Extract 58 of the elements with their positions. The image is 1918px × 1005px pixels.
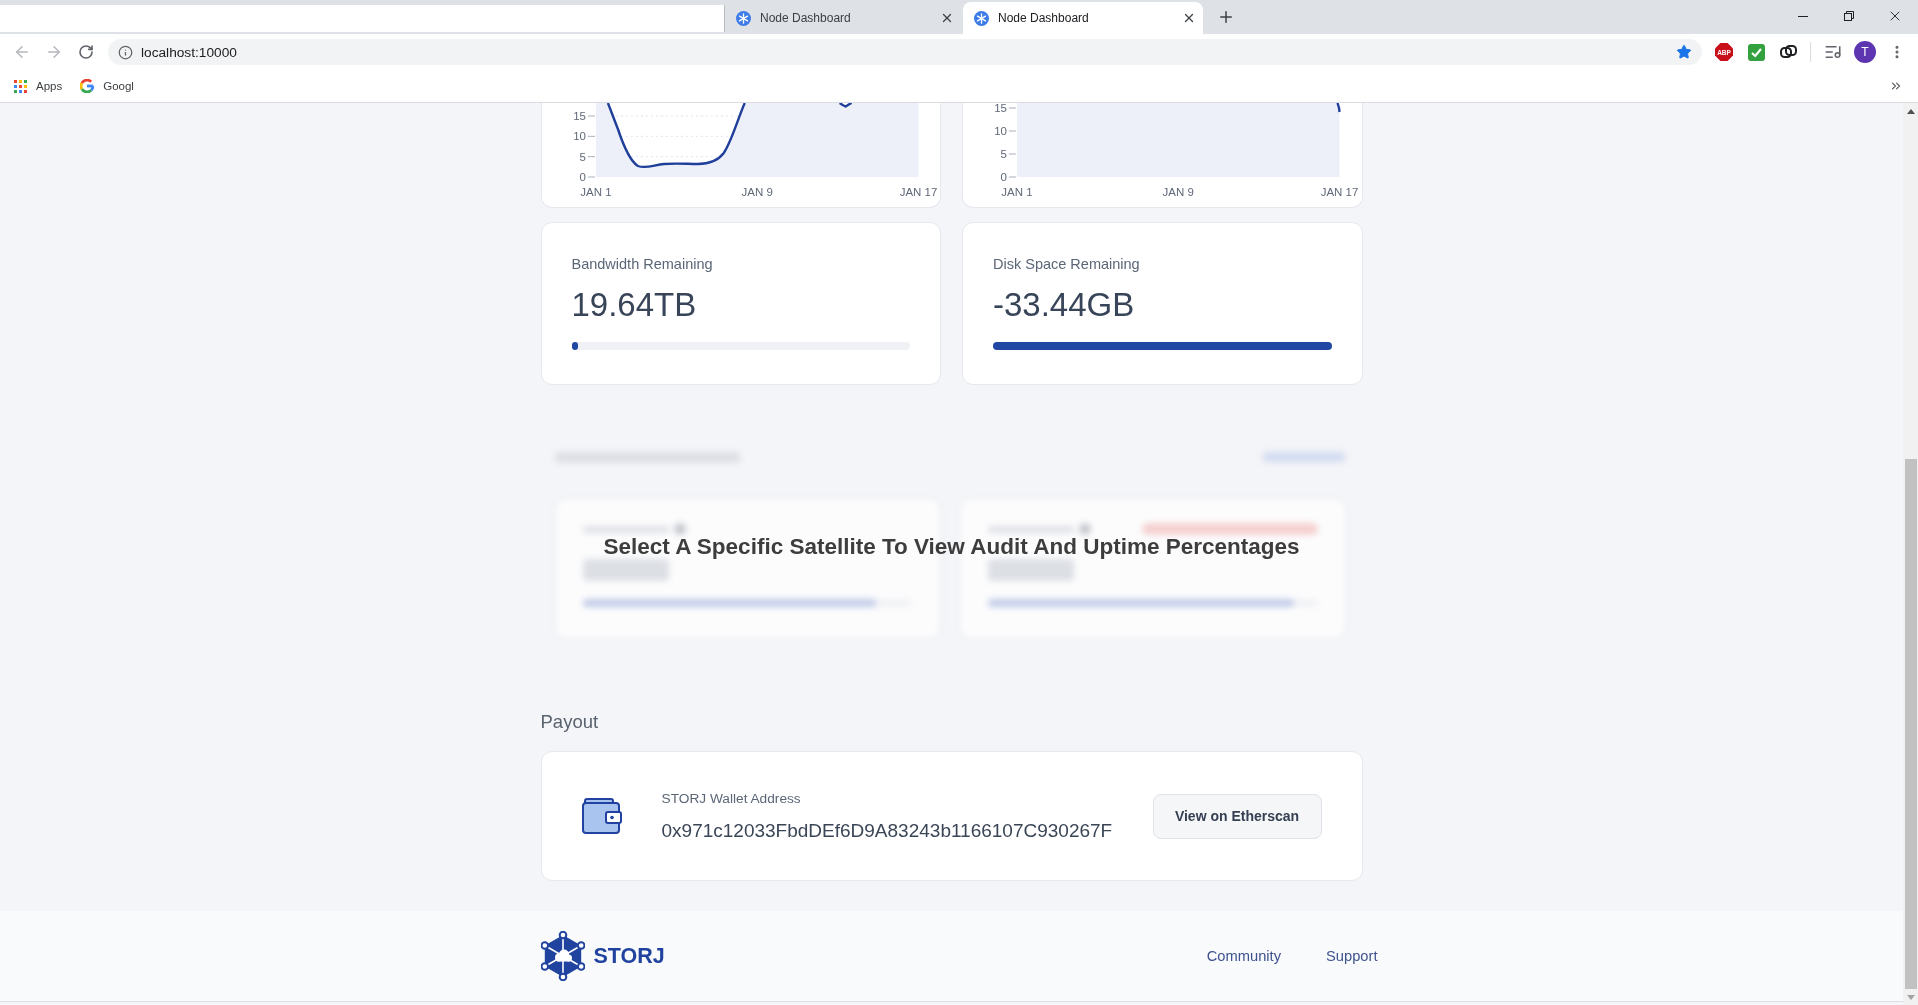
- y-axis: [1008, 107, 1017, 178]
- blurred-dot: [1079, 523, 1091, 535]
- info-icon[interactable]: [118, 44, 133, 60]
- link-icon[interactable]: [1779, 45, 1797, 59]
- stat-label: Bandwidth Remaining: [571, 255, 713, 273]
- y-axis: [586, 115, 595, 178]
- logo-text[interactable]: STORJ: [593, 943, 665, 969]
- checkmark-icon[interactable]: [1747, 43, 1765, 61]
- restore-icon[interactable]: [1844, 11, 1854, 21]
- reload-icon[interactable]: [78, 44, 94, 60]
- axis-label: 0: [1000, 171, 1007, 184]
- g-logo-icon: [80, 79, 95, 93]
- apps-grid-icon: [14, 79, 27, 93]
- bookmark-item[interactable]: Apps: [8, 73, 69, 99]
- section-title: Payout: [540, 711, 599, 733]
- wallet-icon: [581, 798, 622, 834]
- axis-label: 5: [579, 150, 586, 163]
- axis-label: 0: [579, 171, 586, 184]
- blurred-dot: [673, 523, 686, 535]
- axis-label: 15: [572, 110, 586, 123]
- minimize-icon[interactable]: [1798, 15, 1808, 17]
- star-icon[interactable]: [1676, 44, 1692, 60]
- address-bar[interactable]: localhost:10000: [108, 39, 1702, 65]
- close-icon[interactable]: [1182, 11, 1196, 25]
- stat-value: 19.64TB: [571, 285, 697, 325]
- stat-label: Disk Space Remaining: [993, 255, 1140, 273]
- axis-label: JAN 17: [1320, 186, 1359, 199]
- axis-label: JAN 17: [899, 186, 937, 199]
- triangle-up-icon[interactable]: [1906, 109, 1915, 114]
- wallet-address: 0x971c12033FbdDEf6D9A83243b1166107C930267F: [661, 818, 1113, 843]
- axis-label: 15: [994, 103, 1007, 115]
- profile-avatar[interactable]: T: [1854, 41, 1876, 63]
- snowflake-icon: [974, 10, 989, 26]
- footer-link[interactable]: Community: [1206, 948, 1282, 964]
- axis-label: JAN 9: [741, 186, 773, 199]
- double-chevron-icon[interactable]: [1889, 79, 1903, 93]
- axis-label: 10: [572, 130, 586, 143]
- axis-label: 5: [1000, 148, 1007, 161]
- etherscan-button[interactable]: View on Etherscan: [1152, 793, 1322, 839]
- stat-value: -33.44GB: [993, 285, 1135, 325]
- browser-tab[interactable]: Node Dashboard: [725, 2, 961, 34]
- wallet-label: STORJ Wallet Address: [661, 789, 801, 808]
- browser-tab[interactable]: Node Dashboard: [963, 2, 1203, 34]
- scrollbar-thumb[interactable]: [1904, 459, 1917, 989]
- axis-label: JAN 1: [1001, 186, 1033, 199]
- bookmark-item[interactable]: Googl: [74, 73, 140, 99]
- scrollbar-track[interactable]: [1903, 103, 1918, 1005]
- chart-line: [1336, 103, 1341, 113]
- plus-icon[interactable]: [1217, 8, 1235, 26]
- close-icon[interactable]: [940, 11, 954, 25]
- axis-label: 10: [994, 125, 1007, 138]
- network-logo-icon[interactable]: [540, 931, 585, 981]
- playlist-icon[interactable]: [1824, 43, 1842, 61]
- footer-link[interactable]: Support: [1326, 948, 1378, 964]
- axis-label: JAN 9: [1162, 186, 1194, 199]
- overlay-message: Select A Specific Satellite To View Audit And Uptime Percentages: [603, 535, 1300, 559]
- snowflake-icon: [736, 10, 751, 26]
- axis-label: JAN 1: [579, 186, 612, 199]
